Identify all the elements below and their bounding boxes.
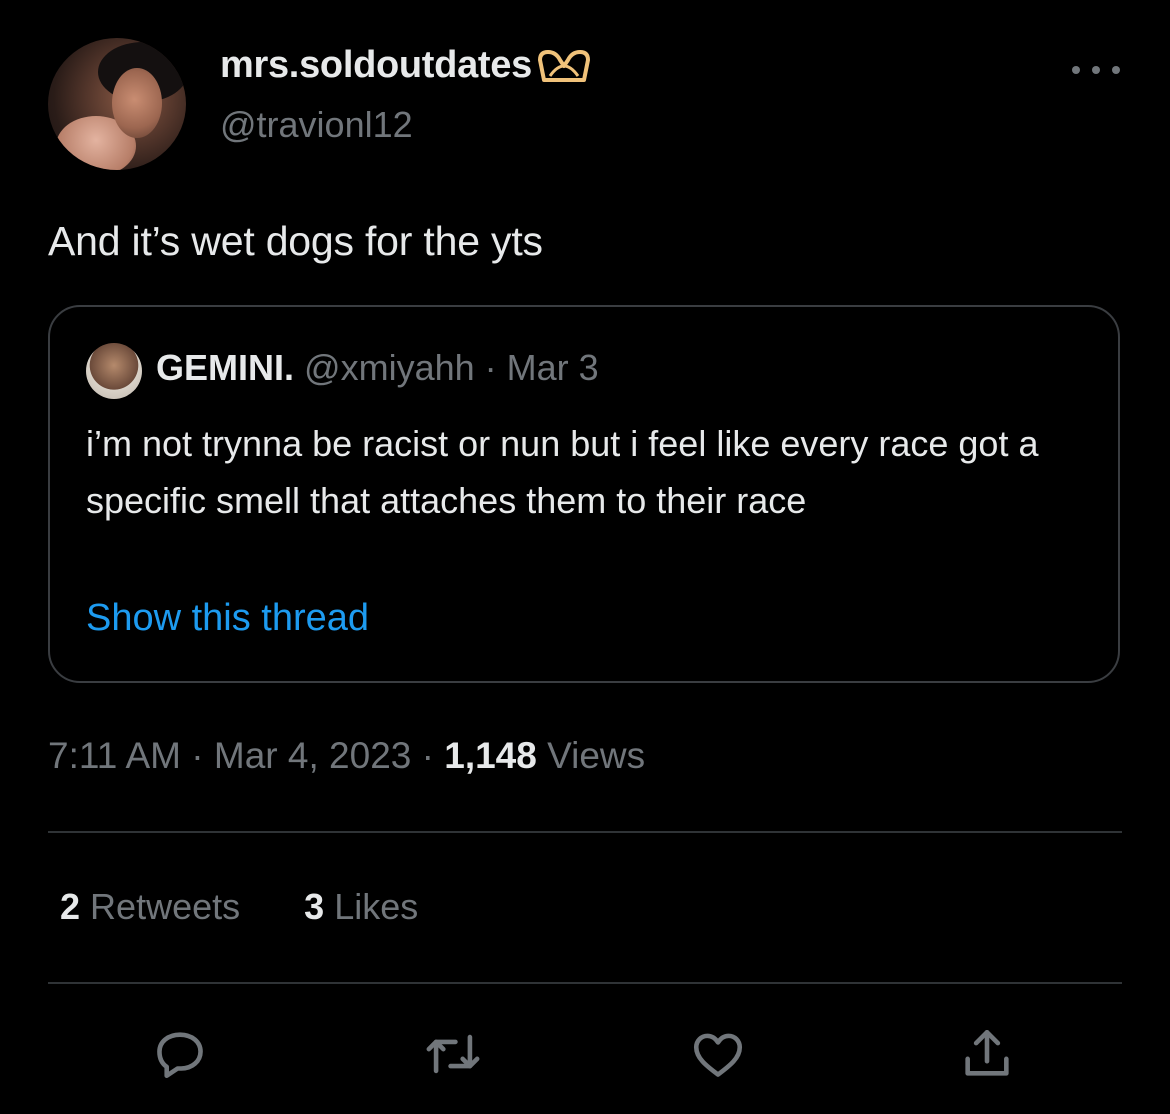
author-display-name[interactable]: mrs.soldoutdates — [220, 44, 592, 87]
meta-separator-2: · — [421, 735, 434, 776]
retweet-button[interactable] — [423, 1024, 483, 1084]
show-thread-link[interactable]: Show this thread — [86, 597, 369, 640]
retweet-icon — [426, 1034, 480, 1074]
like-icon — [693, 1033, 743, 1077]
likes-count: 3 — [304, 886, 325, 927]
quoted-tweet-card[interactable]: GEMINI. @xmiyahh · Mar 3 i’m not trynna … — [48, 305, 1120, 683]
tweet-text: And it’s wet dogs for the yts — [48, 218, 543, 264]
like-button[interactable] — [688, 1024, 748, 1084]
retweets-label: Retweets — [90, 886, 241, 927]
author-avatar[interactable] — [48, 38, 186, 170]
views-count: 1,148 — [444, 735, 537, 776]
divider-bottom — [48, 982, 1122, 984]
retweets-count: 2 — [60, 886, 81, 927]
retweets-stat[interactable]: 2 Retweets — [60, 886, 250, 927]
share-icon — [965, 1029, 1009, 1076]
tweet-date: Mar 4, 2023 — [213, 735, 412, 776]
meta-separator-1: · — [191, 735, 204, 776]
quoted-author-handle: @xmiyahh — [304, 347, 475, 388]
likes-stat[interactable]: 3 Likes — [304, 886, 418, 927]
tweet-meta: 7:11 AM · Mar 4, 2023 · 1,148 Views — [48, 735, 645, 777]
reply-button[interactable] — [150, 1024, 210, 1084]
quoted-author-name: GEMINI. — [156, 347, 295, 388]
quoted-tweet-header: GEMINI. @xmiyahh · Mar 3 — [156, 347, 599, 389]
divider-top — [48, 831, 1122, 833]
more-options-icon[interactable] — [1072, 60, 1120, 80]
heart-hands-icon — [537, 49, 590, 82]
tweet-time: 7:11 AM — [48, 735, 182, 776]
reply-icon — [157, 1032, 203, 1079]
likes-label: Likes — [334, 886, 419, 927]
author-handle[interactable]: @travionl12 — [220, 104, 413, 146]
engagement-stats: 2 Retweets 3 Likes — [60, 886, 472, 928]
quoted-tweet-text: i’m not trynna be racist or nun but i fe… — [86, 423, 1039, 521]
views-label: Views — [547, 735, 646, 776]
share-button[interactable] — [957, 1024, 1017, 1084]
quoted-author-avatar — [86, 343, 142, 399]
quoted-separator: · — [484, 347, 497, 388]
quoted-date: Mar 3 — [506, 347, 599, 388]
author-name-text: mrs.soldoutdates — [220, 44, 532, 86]
